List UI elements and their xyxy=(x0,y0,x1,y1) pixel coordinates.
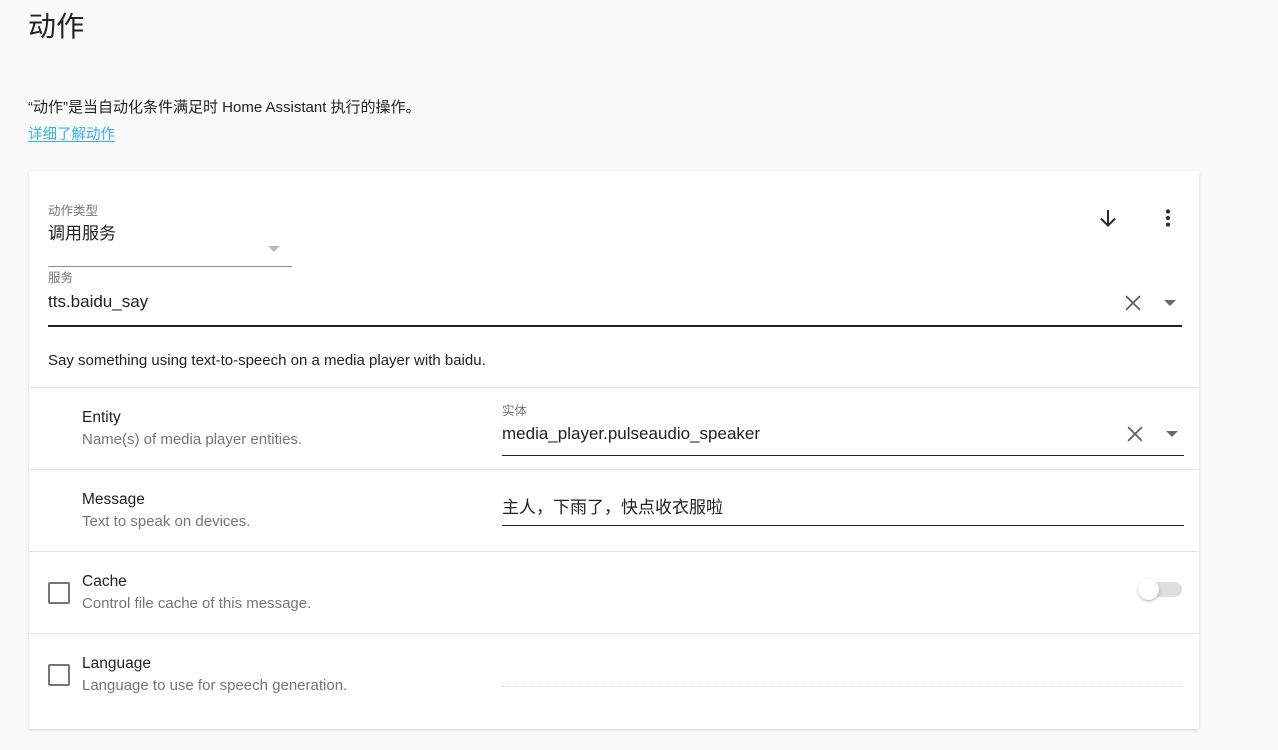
close-icon[interactable] xyxy=(1120,290,1146,316)
table-row: Cache Control file cache of this message… xyxy=(29,551,1199,633)
table-row: Entity Name(s) of media player entities.… xyxy=(29,387,1199,469)
language-underline xyxy=(502,685,1184,687)
service-value: tts.baidu_say xyxy=(48,292,149,311)
language-input xyxy=(502,665,1184,687)
entity-row-control: 实体 media_player.pulseaudio_speaker xyxy=(502,399,1184,459)
cache-row-title: Cache xyxy=(82,573,127,590)
entity-picker[interactable]: 实体 media_player.pulseaudio_speaker xyxy=(502,403,1184,457)
service-picker[interactable]: 服务 tts.baidu_say xyxy=(48,270,1182,327)
arrow-down-icon[interactable] xyxy=(1091,201,1125,235)
entity-field-label: 实体 xyxy=(502,403,528,418)
entity-row-subtitle: Name(s) of media player entities. xyxy=(82,431,303,448)
page-intro-text: “动作”是当自动化条件满足时 Home Assistant 执行的操作。 xyxy=(28,99,421,116)
chevron-down-icon[interactable] xyxy=(1160,422,1184,446)
language-row-control xyxy=(502,645,1184,705)
service-field-icons xyxy=(1120,290,1182,316)
close-icon[interactable] xyxy=(1122,421,1148,447)
chevron-down-icon[interactable] xyxy=(1158,291,1182,315)
action-card-top: 动作类型 调用服务 服务 tts.baidu_say Say something… xyxy=(29,171,1199,387)
message-row-subtitle: Text to speak on devices. xyxy=(82,513,251,530)
service-underline xyxy=(48,325,1182,327)
table-row: Message Text to speak on devices. 主人，下雨了… xyxy=(29,469,1199,551)
message-input[interactable]: 主人，下雨了，快点收衣服啦 xyxy=(502,495,1184,527)
cache-row-control xyxy=(502,563,1182,623)
caret-shape xyxy=(1166,430,1178,437)
language-row-title: Language xyxy=(82,655,151,672)
action-type-underline xyxy=(48,266,292,267)
action-type-select[interactable]: 动作类型 调用服务 xyxy=(48,203,292,267)
message-row-description: Message Text to speak on devices. xyxy=(82,489,502,532)
action-type-value: 调用服务 xyxy=(48,224,116,243)
service-label: 服务 xyxy=(48,271,74,285)
message-row-control: 主人，下雨了，快点收衣服啦 xyxy=(502,481,1184,541)
automation-action-page: 动作 “动作”是当自动化条件满足时 Home Assistant 执行的操作。 … xyxy=(0,0,1278,750)
more-vertical-icon[interactable] xyxy=(1151,201,1185,235)
cache-row-subtitle: Control file cache of this message. xyxy=(82,595,312,612)
entity-field-value: media_player.pulseaudio_speaker xyxy=(502,423,761,443)
message-row-title: Message xyxy=(82,491,145,508)
language-checkbox[interactable] xyxy=(48,663,70,686)
page-title: 动作 xyxy=(28,11,85,42)
service-description: Say something using text-to-speech on a … xyxy=(48,352,486,369)
caret-shape xyxy=(1164,300,1176,306)
toggle-knob xyxy=(1138,578,1159,600)
entity-row-title: Entity xyxy=(82,409,121,426)
learn-more-link[interactable]: 详细了解动作 xyxy=(28,125,115,146)
entity-underline xyxy=(502,454,1184,457)
chevron-down-icon[interactable] xyxy=(268,246,280,252)
action-card-toolbar xyxy=(1091,201,1185,235)
entity-row-description: Entity Name(s) of media player entities. xyxy=(82,407,502,450)
action-card: 动作类型 调用服务 服务 tts.baidu_say Say something… xyxy=(29,171,1199,729)
language-row-subtitle: Language to use for speech generation. xyxy=(82,677,348,694)
table-row: Language Language to use for speech gene… xyxy=(29,633,1199,715)
language-row-description: Language Language to use for speech gene… xyxy=(82,653,502,696)
message-input-value: 主人，下雨了，快点收衣服啦 xyxy=(502,497,723,517)
action-type-label: 动作类型 xyxy=(48,204,99,218)
cache-row-description: Cache Control file cache of this message… xyxy=(82,571,502,614)
entity-field-icons xyxy=(1122,421,1184,447)
message-underline xyxy=(502,524,1184,527)
cache-toggle[interactable] xyxy=(1138,578,1182,600)
cache-checkbox[interactable] xyxy=(48,581,70,604)
